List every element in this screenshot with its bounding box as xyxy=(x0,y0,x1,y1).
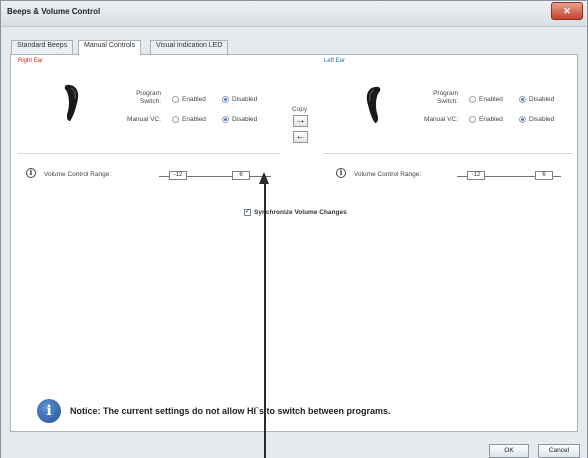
cancel-button[interactable]: Cancel xyxy=(538,444,580,458)
right-manual-vc-enabled-label: Enabled xyxy=(182,116,206,123)
annotation-arrow-shaft xyxy=(264,182,266,458)
synchronize-volume-label: Synchronize Volume Changes xyxy=(254,209,347,216)
left-program-switch-disabled-radio[interactable] xyxy=(519,96,526,103)
arrow-left-icon[interactable]: ← xyxy=(296,131,306,142)
left-manual-vc-disabled-radio[interactable] xyxy=(519,116,526,123)
arrow-right-icon[interactable]: → xyxy=(296,115,306,126)
left-manual-vc-enabled-label: Enabled xyxy=(479,116,503,123)
ok-button[interactable]: OK xyxy=(489,444,529,458)
annotation-arrow-icon xyxy=(259,172,269,184)
left-manual-vc-enabled-radio[interactable] xyxy=(469,116,476,123)
left-volume-info-icon[interactable]: i xyxy=(336,168,346,178)
dialog-window: Beeps & Volume Control ✕ Standard Beeps … xyxy=(0,0,588,458)
right-manual-vc-enabled-radio[interactable] xyxy=(172,116,179,123)
left-manual-vc-disabled-label: Disabled xyxy=(529,116,555,123)
left-ear-divider xyxy=(323,153,573,154)
left-program-switch-label: Program Switch: xyxy=(433,90,458,105)
button-bar: OK Cancel xyxy=(1,432,587,458)
tab-visual-indication-led[interactable]: Visual Indication LED xyxy=(150,40,229,54)
left-volume-range-label: Volume Control Range: xyxy=(354,171,422,178)
right-hearing-aid-icon xyxy=(64,84,79,121)
dialog-title: Beeps & Volume Control xyxy=(7,7,101,16)
left-program-switch-enabled-radio[interactable] xyxy=(469,96,476,103)
notice-text: Notice: The current settings do not allo… xyxy=(70,406,391,416)
right-manual-vc-disabled-label: Disabled xyxy=(232,116,258,123)
right-program-switch-label: Program Switch: xyxy=(136,90,161,105)
copy-label: Copy xyxy=(292,106,308,113)
right-manual-vc-disabled-radio[interactable] xyxy=(222,116,229,123)
copy-right-to-left-button[interactable]: → xyxy=(293,115,308,127)
right-volume-info-icon[interactable]: i xyxy=(26,168,36,178)
right-program-switch-enabled-label: Enabled xyxy=(182,96,206,103)
right-program-switch-disabled-radio[interactable] xyxy=(222,96,229,103)
synchronize-volume-checkbox[interactable]: ✓ xyxy=(244,209,251,216)
manual-controls-panel: Right Ear Program Switch: Enabled Disabl… xyxy=(10,54,578,432)
left-program-switch-enabled-label: Enabled xyxy=(479,96,503,103)
left-manual-vc-label: Manual VC: xyxy=(424,116,458,123)
right-manual-vc-label: Manual VC: xyxy=(127,116,161,123)
left-program-switch-disabled-label: Disabled xyxy=(529,96,555,103)
right-volume-min-box[interactable]: -12 xyxy=(169,171,187,180)
left-ear-label: Left Ear xyxy=(324,58,346,64)
right-volume-max-box[interactable]: 6 xyxy=(232,171,250,180)
notice-info-icon: i xyxy=(37,399,61,423)
right-ear-label: Right Ear xyxy=(18,58,44,64)
title-bar: Beeps & Volume Control ✕ xyxy=(1,1,587,27)
close-icon[interactable]: ✕ xyxy=(563,6,571,16)
left-volume-min-box[interactable]: -12 xyxy=(467,171,485,180)
tab-standard-beeps[interactable]: Standard Beeps xyxy=(11,40,74,54)
left-hearing-aid-icon xyxy=(366,86,381,123)
right-program-switch-disabled-label: Disabled xyxy=(232,96,258,103)
close-button[interactable]: ✕ xyxy=(551,2,583,20)
copy-left-to-right-button[interactable]: ← xyxy=(293,131,308,143)
tab-manual-controls[interactable]: Manual Controls xyxy=(78,40,141,55)
right-ear-divider xyxy=(18,153,280,154)
left-volume-max-box[interactable]: 6 xyxy=(535,171,553,180)
right-program-switch-enabled-radio[interactable] xyxy=(172,96,179,103)
checkmark-icon[interactable]: ✓ xyxy=(245,209,250,215)
right-volume-range-label: Volume Control Range: xyxy=(44,171,112,178)
